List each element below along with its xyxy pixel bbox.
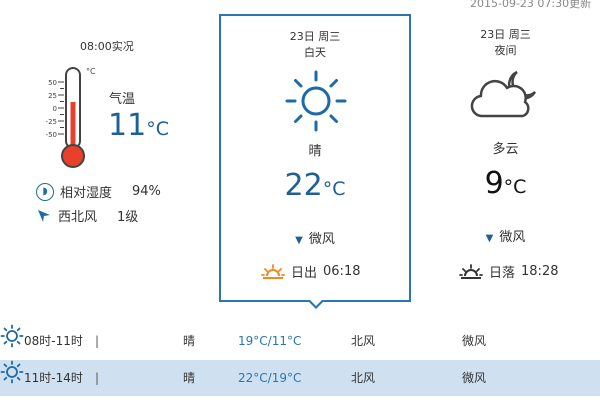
humidity-row: ◗ 相对湿度 94%: [36, 182, 161, 201]
live-wind-dir: 西北风: [58, 210, 98, 225]
day-temp: 22°C: [221, 168, 409, 203]
humidity-icon: ◗: [36, 182, 54, 201]
hourly-wind-dir: 北风: [351, 371, 376, 385]
hourly-wind-level: 微风: [462, 371, 487, 385]
day-wind-label: 微风: [308, 232, 335, 247]
scale-25: 25: [48, 92, 57, 100]
hourly-temp: 19°C/11°C: [238, 334, 302, 348]
live-temp-number: 11: [108, 108, 147, 143]
sunrise-label: 日出: [291, 266, 318, 281]
hourly-row[interactable]: 11时-14时 | 晴 22°C/19°C 北风 微风: [0, 360, 600, 396]
day-period: 白天: [304, 46, 326, 59]
sun-icon: [0, 360, 24, 384]
live-title: 08:00实况: [80, 40, 134, 53]
hourly-separator: |: [95, 371, 100, 385]
night-temp: 9°C: [411, 166, 600, 201]
live-panel: 08:00实况 50 25 0 -25 -50 °C 气温 11°C ◗ 相对湿…: [0, 0, 220, 300]
wind-direction-icon: [38, 209, 50, 222]
hourly-temp: 22°C/19°C: [238, 371, 302, 385]
hourly-time: 11时-14时: [24, 371, 83, 385]
sun-icon: [0, 324, 24, 348]
night-wind: ▼ 微风: [411, 226, 600, 245]
scale-neg25: -25: [46, 118, 57, 126]
live-wind-level: 1级: [117, 210, 139, 225]
hourly-row[interactable]: 08时-11时 | 晴 19°C/11°C 北风 微风: [0, 324, 600, 358]
sunset-icon: [459, 263, 483, 279]
night-panel[interactable]: 23日 周三 夜间 多云 9°C ▼ 微风 日落 18:28: [411, 0, 600, 300]
day-condition: 晴: [308, 144, 322, 159]
thermo-unit: °C: [86, 67, 96, 76]
sunrise-time: 06:18: [323, 264, 361, 279]
live-temp-unit: °C: [146, 118, 169, 140]
hourly-wind-level: 微风: [462, 334, 487, 348]
day-wind: ▼ 微风: [221, 228, 409, 247]
night-date: 23日 周三: [480, 28, 531, 41]
humidity-label: 相对湿度: [60, 186, 113, 201]
wind-arrow-icon: ▼: [295, 235, 303, 246]
sunset-time: 18:28: [521, 264, 559, 279]
hourly-separator: |: [95, 334, 100, 348]
night-condition: 多云: [492, 142, 519, 157]
thermometer-icon: 50 25 0 -25 -50 °C: [46, 67, 96, 168]
scale-neg50: -50: [46, 131, 57, 139]
day-temp-number: 22: [284, 168, 323, 203]
sunrise-row: 日出 06:18: [261, 262, 360, 281]
night-temp-number: 9: [484, 166, 504, 201]
day-card[interactable]: 23日 周三 白天 晴 22°C ▼ 微风 日出 06:18: [219, 14, 411, 302]
night-period: 夜间: [494, 44, 517, 57]
night-wind-label: 微风: [499, 230, 526, 245]
sunrise-icon: [261, 263, 285, 279]
live-temp: 11°C: [108, 108, 169, 143]
sun-icon: [285, 70, 347, 132]
card-pointer-inner: [309, 299, 323, 306]
cloud-moon-icon: [470, 70, 537, 118]
scale-50: 50: [48, 79, 57, 87]
sunset-row: 日落 18:28: [459, 262, 558, 281]
day-temp-unit: °C: [322, 178, 346, 200]
hourly-time: 08时-11时: [24, 334, 83, 348]
hourly-wind-dir: 北风: [351, 334, 376, 348]
hourly-condition: 晴: [183, 334, 196, 348]
scale-0: 0: [53, 105, 57, 113]
night-temp-unit: °C: [503, 176, 527, 198]
temp-label: 气温: [109, 92, 136, 107]
wind-arrow-icon: ▼: [485, 233, 494, 244]
day-date: 23日 周三: [289, 30, 341, 43]
hourly-condition: 晴: [183, 371, 196, 385]
live-wind-row: 西北风 1级: [36, 206, 138, 225]
sunset-label: 日落: [489, 266, 516, 281]
humidity-value: 94%: [132, 184, 161, 199]
